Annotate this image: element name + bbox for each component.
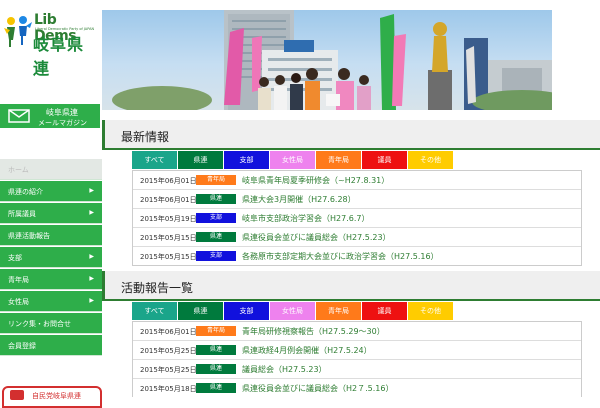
list-item: 2015年06月01日 県連 県連大会3月開催（H27.6.28） (133, 190, 581, 209)
mail-magazine-button[interactable]: 岐阜県連 メールマガジン (0, 104, 100, 128)
category-tab[interactable]: 県連 (178, 151, 223, 169)
category-badge: 県連 (196, 345, 236, 355)
category-tab[interactable]: 女性局 (270, 302, 315, 320)
chevron-right-icon: ▶ (89, 297, 94, 304)
sidebar-item-label: 県連活動報告 (8, 232, 50, 240)
item-title-link[interactable]: 青年局研修視察報告（H27.5.29～30） (242, 326, 385, 337)
chevron-right-icon: ▶ (89, 253, 94, 260)
item-title-link[interactable]: 県連役員会並びに議員総会（H2７.5.16） (242, 383, 393, 394)
list-item: 2015年05月15日 支部 各務原市支部定期大会並びに政治学習会（H27.5.16… (133, 247, 581, 265)
mail-button-subtitle: メールマガジン (38, 119, 87, 127)
sidebar-item[interactable]: 女性局 ▶ (0, 291, 102, 312)
item-date: 2015年05月15日 (140, 253, 197, 261)
category-badge: 青年局 (196, 326, 236, 336)
sidebar-item[interactable]: 支部 ▶ (0, 247, 102, 268)
chevron-right-icon: ▶ (89, 209, 94, 216)
sidebar-item-label: リンク集・お問合せ (8, 320, 71, 328)
item-title-link[interactable]: 県連大会3月開催（H27.6.28） (242, 194, 356, 205)
item-date: 2015年05月25日 (140, 366, 197, 374)
party-banner[interactable]: 自民党岐阜県連 (2, 386, 102, 408)
item-title-link[interactable]: 県連政経4月例会開催（H27.5.24） (242, 345, 372, 356)
chevron-right-icon: ▶ (89, 275, 94, 282)
sidebar-item-label: 会員登録 (8, 342, 36, 350)
site-logo[interactable]: Lib Dems Liberal Democratic Party of JAP… (4, 12, 100, 78)
sidebar-item[interactable]: 県連の紹介 ▶ (0, 181, 102, 202)
category-tab[interactable]: 支部 (224, 151, 269, 169)
category-badge: 県連 (196, 364, 236, 374)
sidebar-item-label: 支部 (8, 254, 22, 262)
sidebar-item[interactable]: 会員登録 (0, 335, 102, 356)
category-tab[interactable]: すべて (132, 302, 177, 320)
list-item: 2015年05月18日 県連 県連役員会並びに議員総会（H2７.5.16） (133, 379, 581, 397)
item-date: 2015年06月01日 (140, 177, 197, 185)
item-title-link[interactable]: 各務原市支部定期大会並びに政治学習会（H27.5.16） (242, 251, 439, 262)
category-tab[interactable]: 青年局 (316, 302, 361, 320)
item-title-link[interactable]: 岐阜県青年局夏季研修会（~H27.8.31） (242, 175, 389, 186)
mascot-figures-icon (4, 16, 32, 47)
category-badge: 支部 (196, 251, 236, 261)
category-tab[interactable]: 議員 (362, 302, 407, 320)
sidebar-item-label: 女性局 (8, 298, 29, 306)
list-item: 2015年06月01日 青年局 岐阜県青年局夏季研修会（~H27.8.31） (133, 171, 581, 190)
item-date: 2015年06月01日 (140, 196, 197, 204)
chevron-right-icon: ▶ (89, 187, 94, 194)
category-tab[interactable]: 議員 (362, 151, 407, 169)
sidebar-item-label: ホーム (8, 166, 29, 174)
mail-button-title: 岐阜県連 (46, 108, 78, 117)
envelope-icon (8, 109, 30, 123)
item-date: 2015年05月19日 (140, 215, 197, 223)
category-tabs-latest: すべて 県連 支部 女性局 青年局 議員 その他 (132, 151, 454, 169)
item-date: 2015年05月15日 (140, 234, 197, 242)
category-tab[interactable]: その他 (408, 302, 453, 320)
news-list-activity: 2015年06月01日 青年局 青年局研修視察報告（H27.5.29～30） 2015… (132, 321, 582, 397)
category-tabs-activity: すべて 県連 支部 女性局 青年局 議員 その他 (132, 302, 454, 320)
item-title-link[interactable]: 議員総会（H27.5.23） (242, 364, 327, 375)
sidebar-item[interactable]: 所属議員 ▶ (0, 203, 102, 224)
category-tab[interactable]: 女性局 (270, 151, 315, 169)
item-title-link[interactable]: 県連役員会並びに議員総会（H27.5.23） (242, 232, 391, 243)
sidebar-item[interactable]: 青年局 ▶ (0, 269, 102, 290)
item-date: 2015年05月25日 (140, 347, 197, 355)
list-item: 2015年05月25日 県連 県連政経4月例会開催（H27.5.24） (133, 341, 581, 360)
category-tab[interactable]: 県連 (178, 302, 223, 320)
category-badge: 県連 (196, 383, 236, 393)
category-tab[interactable]: その他 (408, 151, 453, 169)
list-item: 2015年05月19日 支部 岐阜市支部政治学習会（H27.6.7） (133, 209, 581, 228)
list-item: 2015年05月25日 県連 議員総会（H27.5.23） (133, 360, 581, 379)
sidebar-item[interactable]: 県連活動報告 (0, 225, 102, 246)
hero-photo (102, 10, 552, 110)
section-header-activity: 活動報告一覧 (102, 271, 600, 301)
category-badge: 県連 (196, 232, 236, 242)
logo-kanji: 岐阜県連 (33, 35, 85, 78)
category-badge: 県連 (196, 194, 236, 204)
category-badge: 支部 (196, 213, 236, 223)
item-title-link[interactable]: 岐阜市支部政治学習会（H27.6.7） (242, 213, 369, 224)
category-badge: 青年局 (196, 175, 236, 185)
section-header-latest: 最新情報 (102, 120, 600, 150)
section-title: 活動報告一覧 (121, 281, 194, 295)
sidebar-item[interactable]: ホーム (0, 159, 102, 180)
category-tab[interactable]: 青年局 (316, 151, 361, 169)
sidebar-item-label: 県連の紹介 (8, 188, 43, 196)
category-tab[interactable]: 支部 (224, 302, 269, 320)
sidebar-item-label: 所属議員 (8, 210, 36, 218)
section-title: 最新情報 (121, 130, 170, 144)
news-list-latest: 2015年06月01日 青年局 岐阜県青年局夏季研修会（~H27.8.31） 2015… (132, 170, 582, 266)
sidebar-nav: ホーム県連の紹介 ▶ 所属議員 ▶ 県連活動報告 支部 ▶ 青年局 ▶ 女性局 ▶ リンク集・お問合せ… (0, 159, 102, 357)
category-tab[interactable]: すべて (132, 151, 177, 169)
item-date: 2015年06月01日 (140, 328, 197, 336)
sidebar-item[interactable]: リンク集・お問合せ (0, 313, 102, 334)
sidebar-item-label: 青年局 (8, 276, 29, 284)
item-date: 2015年05月18日 (140, 385, 197, 393)
list-item: 2015年06月01日 青年局 青年局研修視察報告（H27.5.29～30） (133, 322, 581, 341)
list-item: 2015年05月15日 県連 県連役員会並びに議員総会（H27.5.23） (133, 228, 581, 247)
party-emblem-icon (10, 390, 24, 400)
